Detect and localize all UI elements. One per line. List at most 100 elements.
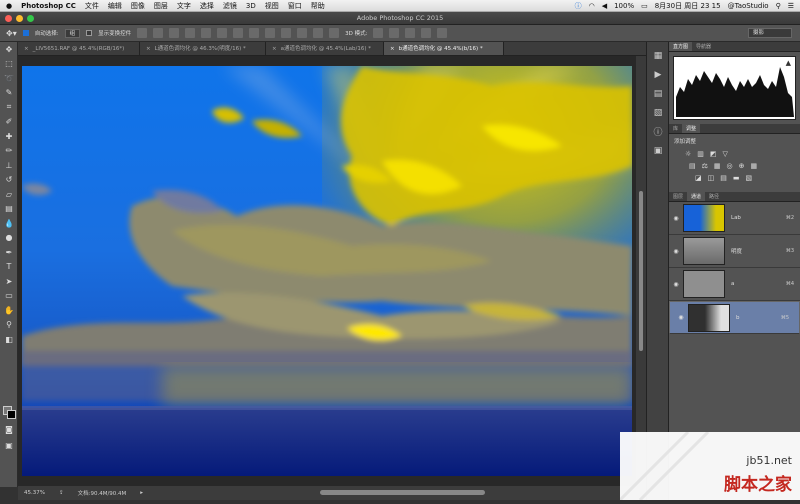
hand-tool-icon[interactable]: ✋ [0, 303, 18, 318]
lasso-tool-icon[interactable]: ➰ [0, 71, 18, 86]
distribute-right-icon[interactable] [313, 28, 323, 38]
document-image[interactable] [22, 66, 632, 476]
align-vcenter-icon[interactable] [153, 28, 163, 38]
app-menu[interactable]: Photoshop CC [21, 2, 76, 10]
type-tool-icon[interactable]: T [0, 260, 18, 275]
warning-icon[interactable]: ▲ [786, 59, 791, 67]
menu-3d[interactable]: 3D [246, 2, 256, 10]
black-white-icon[interactable]: ▦ [714, 162, 721, 170]
invert-icon[interactable]: ◪ [695, 174, 702, 182]
channel-row-a[interactable]: ◉ a ⌘4 [669, 268, 800, 301]
actions-play-icon[interactable]: ▶ [647, 65, 669, 84]
menu-window[interactable]: 窗口 [288, 1, 302, 11]
distribute-left-icon[interactable] [281, 28, 291, 38]
shape-tool-icon[interactable]: ▭ [0, 289, 18, 304]
close-window-button[interactable] [5, 15, 12, 22]
zoom-tool-icon[interactable]: ⚲ [0, 318, 18, 333]
properties-panel-icon[interactable]: ▣ [647, 141, 669, 160]
search-icon[interactable]: ⚲ [776, 2, 781, 10]
3d-slide-icon[interactable] [421, 28, 431, 38]
brightness-contrast-icon[interactable]: ☼ [685, 150, 691, 158]
quick-select-tool-icon[interactable]: ✎ [0, 86, 18, 101]
tab-libraries[interactable]: 库 [669, 124, 682, 133]
horizontal-scroll-thumb[interactable] [320, 490, 485, 495]
align-bottom-icon[interactable] [169, 28, 179, 38]
move-tool-preset-icon[interactable]: ✥▾ [6, 29, 17, 38]
default-colors-icon[interactable]: ◧ [0, 332, 18, 347]
show-transform-checkbox[interactable] [86, 30, 92, 36]
auto-align-icon[interactable] [329, 28, 339, 38]
3d-orbit-icon[interactable] [373, 28, 383, 38]
photo-filter-icon[interactable]: ◎ [727, 162, 733, 170]
info-icon[interactable]: ⓘ [575, 1, 582, 11]
distribute-vcenter-icon[interactable] [249, 28, 259, 38]
zoom-level[interactable]: 45.37% [24, 490, 45, 496]
move-tool-icon[interactable]: ✥ [0, 42, 18, 57]
auto-select-checkbox[interactable] [23, 30, 29, 36]
align-left-icon[interactable] [185, 28, 195, 38]
channel-row-lab[interactable]: ◉ Lab ⌘2 [669, 202, 800, 235]
clone-source-icon[interactable]: ▧ [647, 103, 669, 122]
background-color-swatch[interactable] [7, 410, 16, 419]
channel-row-lightness[interactable]: ◉ 明度 ⌘3 [669, 235, 800, 268]
eyedropper-tool-icon[interactable]: ✐ [0, 115, 18, 130]
tab-close-icon[interactable]: × [146, 42, 151, 55]
levels-icon[interactable]: ▥ [697, 150, 704, 158]
3d-roll-icon[interactable] [389, 28, 399, 38]
clone-stamp-tool-icon[interactable]: ⊥ [0, 158, 18, 173]
menu-select[interactable]: 选择 [200, 1, 214, 11]
hue-saturation-icon[interactable]: ▧ [746, 174, 753, 182]
clock[interactable]: 8月30日 周日 23 15 [655, 1, 721, 11]
history-panel-icon[interactable]: ▦ [647, 46, 669, 65]
align-right-icon[interactable] [217, 28, 227, 38]
tab-close-icon[interactable]: × [390, 42, 395, 55]
dodge-tool-icon[interactable]: ● [0, 231, 18, 246]
threshold-icon[interactable]: ▤ [720, 174, 727, 182]
user-menu[interactable]: @TaoStudio [728, 2, 769, 10]
tab-histogram[interactable]: 直方图 [669, 42, 692, 51]
export-icon[interactable]: ⇪ [59, 490, 64, 496]
distribute-hcenter-icon[interactable] [297, 28, 307, 38]
vibrance-icon[interactable]: ▤ [689, 162, 696, 170]
volume-icon[interactable]: ◀ [602, 2, 607, 10]
vertical-scrollbar[interactable] [636, 56, 646, 486]
gradient-map-icon[interactable]: ▽ [723, 150, 728, 158]
posterize-icon[interactable]: ◫ [708, 174, 715, 182]
battery-icon[interactable]: ▭ [641, 2, 648, 10]
tab-adjustments[interactable]: 调整 [682, 124, 700, 133]
eye-icon[interactable]: ◉ [669, 215, 683, 222]
auto-select-dropdown[interactable]: 组 [65, 29, 81, 38]
blur-tool-icon[interactable]: 💧 [0, 216, 18, 231]
quick-mask-icon[interactable]: ◙ [0, 422, 18, 437]
list-icon[interactable]: ☰ [788, 2, 794, 10]
tab-channels[interactable]: 通道 [687, 192, 705, 201]
3d-scale-icon[interactable] [437, 28, 447, 38]
doc-tab[interactable]: ×L通道色调均化 @ 46.3%(明度/16) * [140, 42, 266, 55]
3d-pan-icon[interactable] [405, 28, 415, 38]
menu-edit[interactable]: 编辑 [108, 1, 122, 11]
color-balance-icon[interactable]: ⚖ [702, 162, 708, 170]
status-arrow-icon[interactable]: ▸ [140, 490, 143, 496]
wifi-icon[interactable]: ◠ [589, 2, 595, 10]
eye-icon[interactable]: ◉ [674, 314, 688, 322]
selective-color-icon[interactable]: ▬ [733, 174, 740, 182]
eye-icon[interactable]: ◉ [669, 281, 683, 288]
history-brush-tool-icon[interactable]: ↺ [0, 173, 18, 188]
crop-tool-icon[interactable]: ⌗ [0, 100, 18, 115]
canvas-area[interactable] [18, 56, 636, 486]
align-hcenter-icon[interactable] [201, 28, 211, 38]
gradient-tool-icon[interactable]: ▤ [0, 202, 18, 217]
curves-icon[interactable]: ◩ [710, 150, 717, 158]
healing-brush-tool-icon[interactable]: ✚ [0, 129, 18, 144]
menu-help[interactable]: 帮助 [311, 1, 325, 11]
pen-tool-icon[interactable]: ✒ [0, 245, 18, 260]
path-select-tool-icon[interactable]: ➤ [0, 274, 18, 289]
zoom-window-button[interactable] [27, 15, 34, 22]
minimize-window-button[interactable] [16, 15, 23, 22]
menu-image[interactable]: 图像 [131, 1, 145, 11]
eye-icon[interactable]: ◉ [669, 248, 683, 255]
tab-close-icon[interactable]: × [24, 42, 29, 55]
info-panel-icon[interactable]: ⓘ [647, 122, 669, 141]
marquee-tool-icon[interactable]: ⬚ [0, 57, 18, 72]
align-top-icon[interactable] [137, 28, 147, 38]
